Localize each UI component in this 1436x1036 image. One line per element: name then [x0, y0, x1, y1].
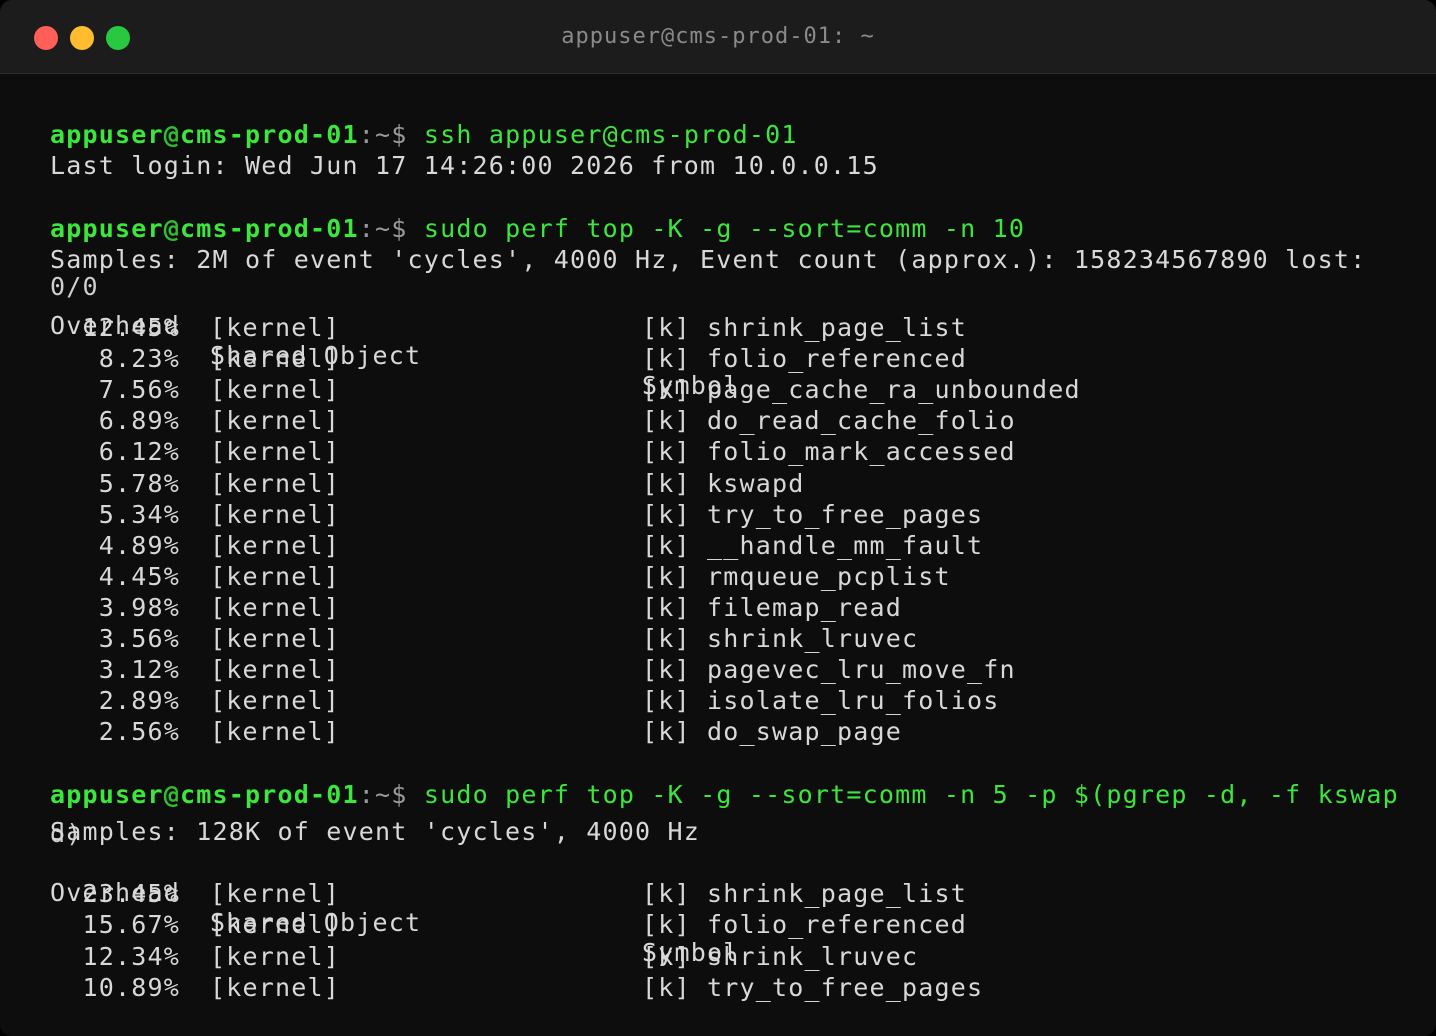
table-header: Overhead Shared Object Symbol	[50, 848, 738, 967]
shared-object-cell: [kernel]	[210, 686, 341, 716]
shared-object-cell: [kernel]	[210, 344, 341, 374]
shared-object-cell: [kernel]	[210, 655, 341, 685]
prompt-at: @	[163, 780, 181, 809]
overhead-cell: 15.67%	[82, 910, 180, 940]
shared-object-cell: [kernel]	[210, 592, 341, 622]
overhead-cell: 12.45%	[82, 313, 180, 342]
shared-object-cell: [kernel]	[210, 910, 341, 940]
overhead-cell: 4.89%	[98, 530, 180, 560]
prompt-user: appuser	[50, 780, 164, 809]
prompt-path: :~$	[358, 214, 408, 243]
shared-object-cell: [kernel]	[210, 624, 341, 653]
overhead-cell: 7.56%	[98, 375, 180, 405]
symbol-cell: [k] shrink_page_list	[642, 313, 968, 342]
symbol-cell: [k] try_to_free_pages	[642, 972, 984, 1002]
shared-object-cell: [kernel]	[210, 406, 341, 436]
table-header: Overhead Shared Object Symbol	[50, 281, 738, 400]
prompt-at: @	[163, 214, 181, 243]
symbol-cell: [k] shrink_lruvec	[642, 941, 919, 971]
symbol-cell: [k] __handle_mm_fault	[642, 530, 984, 560]
symbol-cell: [k] kswapd	[642, 468, 805, 498]
terminal-window: appuser@cms-prod-01: ~ appuser@cms-prod-…	[0, 0, 1436, 1036]
shared-object-cell: [kernel]	[210, 879, 341, 908]
shared-object-cell: [kernel]	[210, 313, 341, 342]
symbol-cell: [k] shrink_page_list	[642, 879, 968, 908]
overhead-cell: 10.89%	[82, 972, 180, 1002]
command-text: sudo perf top -K -g --sort=comm -n 5 -p …	[423, 780, 1399, 809]
shared-object-cell: [kernel]	[210, 972, 341, 1002]
prompt-line: appuser@cms-prod-01:~$ ssh appuser@cms-p…	[50, 120, 798, 150]
prompt-host: cms-prod-01	[180, 780, 359, 809]
shared-object-cell: [kernel]	[210, 499, 341, 529]
shared-object-cell: [kernel]	[210, 437, 341, 467]
overhead-cell: 3.56%	[98, 624, 180, 653]
overhead-cell: 6.12%	[98, 437, 180, 467]
symbol-cell: [k] folio_referenced	[642, 910, 968, 940]
overhead-cell: 2.89%	[98, 686, 180, 716]
symbol-cell: [k] pagevec_lru_move_fn	[642, 655, 1016, 685]
overhead-cell: 12.34%	[82, 941, 180, 971]
overhead-cell: 2.56%	[98, 717, 180, 747]
shared-object-cell: [kernel]	[210, 530, 341, 560]
symbol-cell: [k] do_read_cache_folio	[642, 406, 1016, 436]
overhead-cell: 23.45%	[82, 879, 180, 908]
overhead-cell: 5.78%	[98, 468, 180, 498]
overhead-cell: 3.12%	[98, 655, 180, 685]
symbol-cell: [k] do_swap_page	[642, 717, 903, 747]
prompt-at: @	[163, 120, 181, 149]
prompt-user: appuser	[50, 120, 164, 149]
symbol-cell: [k] rmqueue_pcplist	[642, 561, 951, 591]
symbol-cell: [k] folio_mark_accessed	[642, 437, 1016, 467]
shared-object-cell: [kernel]	[210, 717, 341, 747]
overhead-cell: 3.98%	[98, 592, 180, 622]
shared-object-cell: [kernel]	[210, 375, 341, 405]
overhead-cell: 5.34%	[98, 499, 180, 529]
symbol-cell: [k] try_to_free_pages	[642, 499, 984, 529]
symbol-cell: [k] page_cache_ra_unbounded	[642, 375, 1081, 405]
symbol-cell: [k] shrink_lruvec	[642, 624, 919, 653]
prompt-path: :~$	[358, 120, 408, 149]
command-text: ssh appuser@cms-prod-01	[423, 120, 798, 149]
output-line: Last login: Wed Jun 17 14:26:00 2026 fro…	[50, 151, 879, 180]
shared-object-cell: [kernel]	[210, 561, 341, 591]
shared-object-cell: [kernel]	[210, 468, 341, 498]
prompt-line: appuser@cms-prod-01:~$ sudo perf top -K …	[50, 780, 1399, 810]
symbol-cell: [k] filemap_read	[642, 592, 903, 622]
output-line: Samples: 2M of event 'cycles', 4000 Hz, …	[50, 245, 1367, 274]
symbol-cell: [k] folio_referenced	[642, 344, 968, 374]
overhead-cell: 8.23%	[98, 344, 180, 374]
prompt-host: cms-prod-01	[180, 120, 359, 149]
overhead-cell: 6.89%	[98, 406, 180, 436]
symbol-cell: [k] isolate_lru_folios	[642, 686, 1000, 716]
shared-object-cell: [kernel]	[210, 941, 341, 971]
command-text: sudo perf top -K -g --sort=comm -n 10	[423, 214, 1026, 243]
prompt-host: cms-prod-01	[180, 214, 359, 243]
prompt-line: appuser@cms-prod-01:~$ sudo perf top -K …	[50, 214, 1025, 244]
prompt-path: :~$	[358, 780, 408, 809]
overhead-cell: 4.45%	[98, 561, 180, 591]
title-bar[interactable]: appuser@cms-prod-01: ~	[0, 0, 1436, 74]
window-title: appuser@cms-prod-01: ~	[561, 24, 875, 49]
output-line: Samples: 128K of event 'cycles', 4000 Hz	[50, 817, 701, 846]
prompt-user: appuser	[50, 214, 164, 243]
